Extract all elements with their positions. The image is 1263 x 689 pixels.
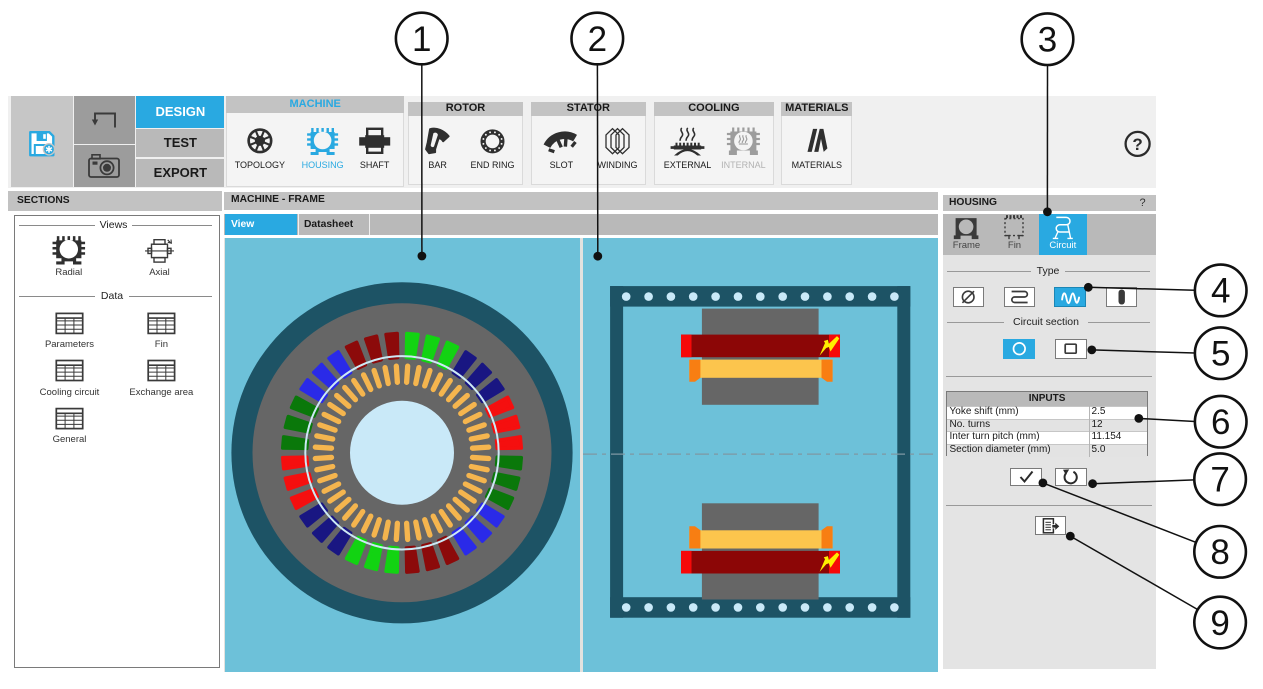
svg-text:3: 3 [1038, 21, 1057, 60]
svg-text:2: 2 [588, 20, 607, 59]
svg-text:5: 5 [1211, 335, 1230, 374]
svg-text:7: 7 [1210, 461, 1229, 500]
svg-text:6: 6 [1211, 403, 1230, 442]
svg-text:8: 8 [1210, 533, 1229, 572]
svg-text:4: 4 [1211, 272, 1230, 311]
svg-text:9: 9 [1210, 604, 1229, 643]
svg-text:1: 1 [412, 20, 431, 59]
